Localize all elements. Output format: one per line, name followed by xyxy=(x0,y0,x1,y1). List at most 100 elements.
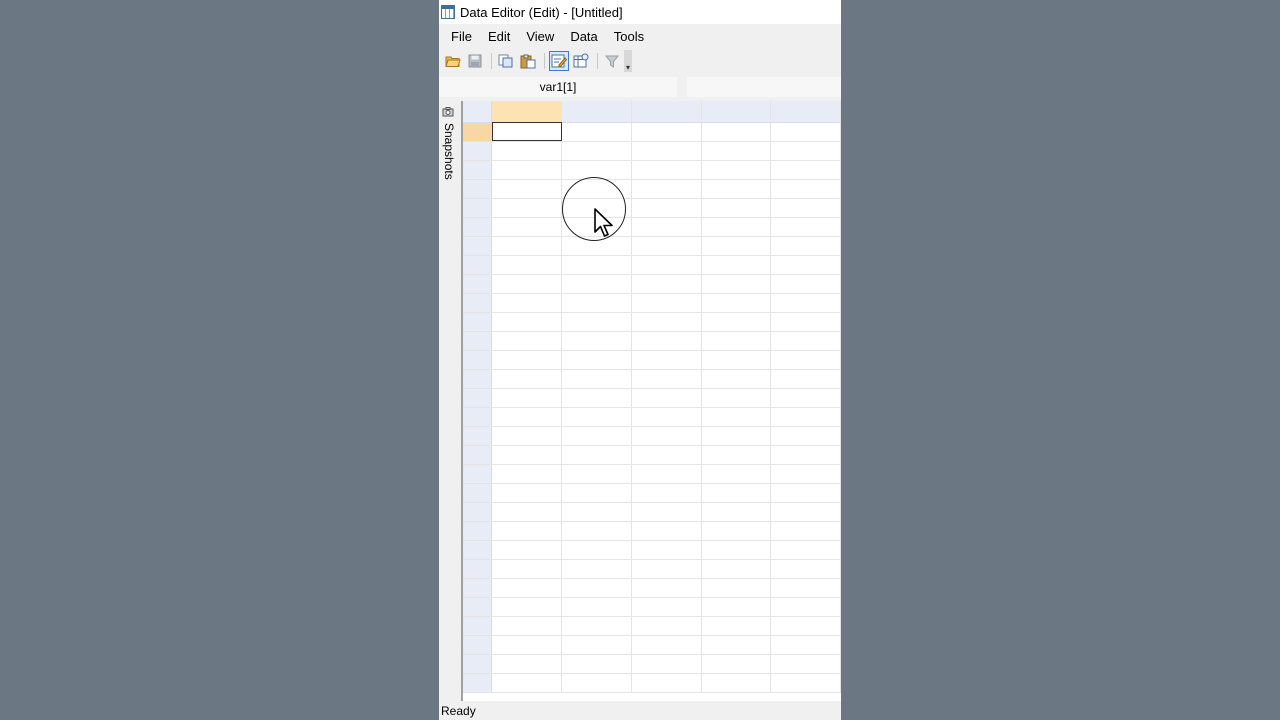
grid-cell[interactable] xyxy=(491,559,563,579)
grid-cell[interactable] xyxy=(631,274,702,294)
grid-cell[interactable] xyxy=(770,293,841,313)
grid-cell[interactable] xyxy=(561,350,632,370)
grid-cell[interactable] xyxy=(491,198,563,218)
row-header[interactable] xyxy=(463,654,493,674)
data-grid[interactable] xyxy=(463,101,841,701)
grid-cell[interactable] xyxy=(491,141,563,161)
grid-cell[interactable] xyxy=(701,483,772,503)
grid-cell[interactable] xyxy=(770,540,841,560)
grid-cell[interactable] xyxy=(770,483,841,503)
toolbar-overflow-icon[interactable]: ▾ xyxy=(624,50,632,72)
grid-cell[interactable] xyxy=(491,578,563,598)
grid-cell[interactable] xyxy=(491,521,563,541)
grid-cell[interactable] xyxy=(491,654,563,674)
grid-cell[interactable] xyxy=(631,236,702,256)
row-header[interactable] xyxy=(463,255,493,275)
grid-cell[interactable] xyxy=(770,616,841,636)
grid-cell[interactable] xyxy=(561,654,632,674)
grid-cell[interactable] xyxy=(561,521,632,541)
row-header[interactable] xyxy=(463,198,493,218)
row-header[interactable] xyxy=(463,312,493,332)
row-header[interactable] xyxy=(463,293,493,313)
grid-cell[interactable] xyxy=(631,179,702,199)
grid-cell[interactable] xyxy=(770,578,841,598)
snapshots-panel-tab[interactable]: Snapshots xyxy=(439,101,463,701)
row-header[interactable] xyxy=(463,483,493,503)
row-header[interactable] xyxy=(463,673,493,693)
grid-cell[interactable] xyxy=(770,521,841,541)
row-header[interactable] xyxy=(463,559,493,579)
grid-cell[interactable] xyxy=(770,217,841,237)
column-header[interactable] xyxy=(770,101,841,123)
grid-cell[interactable] xyxy=(561,464,632,484)
copy-icon[interactable] xyxy=(496,51,516,71)
column-header[interactable] xyxy=(491,101,563,123)
row-header[interactable] xyxy=(463,445,493,465)
grid-cell[interactable] xyxy=(701,369,772,389)
grid-cell[interactable] xyxy=(770,160,841,180)
grid-cell[interactable] xyxy=(770,350,841,370)
grid-cell[interactable] xyxy=(631,521,702,541)
grid-cell[interactable] xyxy=(561,540,632,560)
grid-cell[interactable] xyxy=(491,293,563,313)
grid-cell[interactable] xyxy=(701,502,772,522)
grid-cell[interactable] xyxy=(770,331,841,351)
grid-cell[interactable] xyxy=(770,122,841,142)
grid-cell[interactable] xyxy=(561,673,632,693)
grid-cell[interactable] xyxy=(701,141,772,161)
grid-cell[interactable] xyxy=(561,274,632,294)
grid-cell[interactable] xyxy=(701,597,772,617)
grid-cell[interactable] xyxy=(631,160,702,180)
grid-cell[interactable] xyxy=(491,312,563,332)
paste-icon[interactable] xyxy=(518,51,538,71)
row-header[interactable] xyxy=(463,407,493,427)
grid-cell[interactable] xyxy=(631,540,702,560)
grid-cell[interactable] xyxy=(701,635,772,655)
grid-cell[interactable] xyxy=(491,445,563,465)
row-header[interactable] xyxy=(463,616,493,636)
grid-cell[interactable] xyxy=(701,179,772,199)
grid-cell[interactable] xyxy=(631,559,702,579)
grid-cell[interactable] xyxy=(701,445,772,465)
grid-cell[interactable] xyxy=(701,331,772,351)
row-header[interactable] xyxy=(463,369,493,389)
grid-cell[interactable] xyxy=(561,312,632,332)
grid-cell[interactable] xyxy=(701,388,772,408)
row-header[interactable] xyxy=(463,578,493,598)
row-header[interactable] xyxy=(463,179,493,199)
grid-cell[interactable] xyxy=(491,464,563,484)
menu-tools[interactable]: Tools xyxy=(606,29,652,44)
grid-cell[interactable] xyxy=(631,331,702,351)
grid-cell[interactable] xyxy=(491,217,563,237)
grid-cell[interactable] xyxy=(701,274,772,294)
grid-cell[interactable] xyxy=(770,141,841,161)
grid-cell[interactable] xyxy=(770,274,841,294)
grid-cell[interactable] xyxy=(701,350,772,370)
grid-cell[interactable] xyxy=(701,122,772,142)
grid-cell[interactable] xyxy=(631,217,702,237)
grid-cell[interactable] xyxy=(631,445,702,465)
menu-data[interactable]: Data xyxy=(562,29,605,44)
grid-cell[interactable] xyxy=(701,160,772,180)
grid-cell[interactable] xyxy=(561,407,632,427)
grid-cell[interactable] xyxy=(631,616,702,636)
grid-cell[interactable] xyxy=(701,559,772,579)
grid-cell[interactable] xyxy=(561,331,632,351)
grid-cell[interactable] xyxy=(491,540,563,560)
row-header[interactable] xyxy=(463,540,493,560)
grid-cell[interactable] xyxy=(561,483,632,503)
grid-cell[interactable] xyxy=(770,464,841,484)
grid-cell[interactable] xyxy=(770,502,841,522)
grid-cell[interactable] xyxy=(491,331,563,351)
grid-cell[interactable] xyxy=(631,369,702,389)
grid-cell[interactable] xyxy=(631,464,702,484)
grid-cell[interactable] xyxy=(770,654,841,674)
grid-cell[interactable] xyxy=(491,236,563,256)
save-icon[interactable] xyxy=(465,51,485,71)
row-header[interactable] xyxy=(463,521,493,541)
row-header[interactable] xyxy=(463,274,493,294)
grid-cell[interactable] xyxy=(770,236,841,256)
open-folder-icon[interactable] xyxy=(443,51,463,71)
grid-cell[interactable] xyxy=(701,312,772,332)
grid-cell[interactable] xyxy=(770,635,841,655)
